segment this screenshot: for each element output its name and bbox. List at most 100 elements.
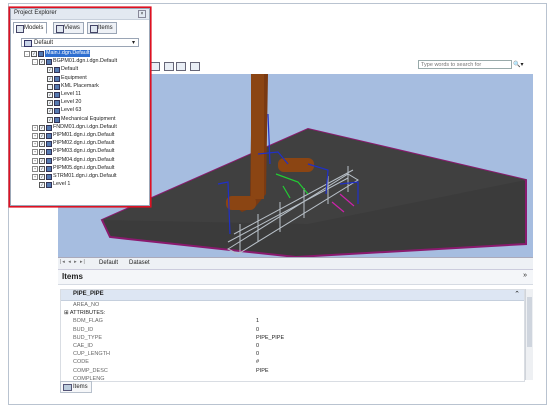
property-value: 0 <box>256 351 260 358</box>
expand-node-icon[interactable]: + <box>32 149 38 156</box>
model-node-icon <box>54 83 60 90</box>
properties-grid: PIPE_PIPE ⌃ AREA_NO ⊞ ATTRIBUTES: BOM_FLAG… <box>60 289 525 382</box>
tab-items[interactable]: Items <box>87 22 117 34</box>
property-row[interactable]: CUP_LENGTH 0 <box>61 350 524 358</box>
tree-node-label: PIPM05.dgn.i.dgn.Default <box>53 164 115 171</box>
visibility-checkbox[interactable]: ✓ <box>39 141 45 148</box>
expand-node-icon[interactable]: + <box>32 141 38 148</box>
vertical-scrollbar[interactable] <box>525 289 533 380</box>
search-dropdown-icon[interactable]: 🔍▾ <box>513 61 527 69</box>
search-input[interactable]: Type words to search for <box>418 60 512 69</box>
view-window-icon[interactable] <box>164 62 174 71</box>
tree-node-label: PIPM02.dgn.i.dgn.Default <box>53 140 115 147</box>
visibility-checkbox[interactable]: ✓ <box>47 116 53 123</box>
property-row[interactable]: BUD_ID 0 <box>61 326 524 334</box>
property-value: 1 <box>256 318 260 325</box>
model-node-icon <box>54 116 60 123</box>
property-value: PIPE_PIPE <box>256 334 285 341</box>
visibility-checkbox[interactable]: ✓ <box>39 165 45 172</box>
property-value: 0 <box>256 342 260 349</box>
project-explorer-panel: Project Explorer × Models Views Items De… <box>10 8 150 206</box>
tab-default[interactable]: Default <box>96 259 121 268</box>
tab-label: Models <box>24 25 44 31</box>
model-node-icon <box>54 100 60 107</box>
visibility-checkbox[interactable]: ✓ <box>47 67 53 74</box>
tree-node-label: Mechanical Equipment <box>61 115 116 122</box>
tree-node-label: STRM01.dgn.i.dgn.Default <box>53 173 117 179</box>
collapse-icon[interactable]: » <box>523 272 527 279</box>
tree-node-label: Level 20 <box>61 99 82 106</box>
property-rows: AREA_NO ⊞ ATTRIBUTES: BOM_FLAG 1 BUD_ID 0 BUD_… <box>61 301 524 381</box>
tab-dataset[interactable]: Dataset <box>126 259 153 268</box>
model-node-icon <box>46 174 52 180</box>
view-rotate-icon[interactable] <box>190 62 200 71</box>
tab-views[interactable]: Views <box>53 22 84 34</box>
model-node-icon <box>46 124 52 131</box>
model-node-icon <box>46 59 52 66</box>
tree-node-label: BGPM01.dgn.i.dgn.Default <box>53 58 118 65</box>
property-key: CODE <box>73 359 89 366</box>
property-value: PIPE <box>256 367 269 374</box>
property-row[interactable]: COMPLENG <box>61 375 524 381</box>
tree-node-label: Default <box>61 66 79 73</box>
visibility-checkbox[interactable]: ✓ <box>47 108 53 115</box>
visibility-checkbox[interactable]: ✓ <box>39 182 45 189</box>
expand-node-icon[interactable]: + <box>32 124 38 131</box>
visibility-checkbox[interactable]: ✓ <box>39 124 45 131</box>
view-zoom-icon[interactable] <box>176 62 186 71</box>
collapse-node-icon[interactable]: - <box>32 59 38 66</box>
model-node-icon <box>46 133 52 139</box>
group-header[interactable]: PIPE_PIPE ⌃ <box>61 290 524 301</box>
expand-node-icon[interactable]: + <box>32 165 38 172</box>
project-explorer-titlebar: Project Explorer × <box>11 9 149 20</box>
items-tab-icon <box>63 384 72 391</box>
bottom-tab-items[interactable]: Items <box>60 381 92 393</box>
tab-nav-arrows[interactable]: |◂ ◂ ▸ ▸| <box>60 259 86 265</box>
model-node-icon <box>46 149 52 156</box>
expand-node-icon[interactable]: + <box>32 157 38 164</box>
vessel-1 <box>278 158 314 172</box>
visibility-checkbox[interactable]: ✓ <box>31 51 37 57</box>
property-row[interactable]: AREA_NO <box>61 301 524 309</box>
visibility-checkbox[interactable]: ✓ <box>39 59 45 66</box>
property-row[interactable]: BUD_TYPE PIPE_PIPE <box>61 334 524 342</box>
chevron-down-icon[interactable]: ▾ <box>132 39 135 48</box>
close-icon[interactable]: × <box>138 10 146 18</box>
chimney-pipe <box>251 74 264 199</box>
tree-node-label: Level 1 <box>53 181 71 188</box>
visibility-checkbox[interactable]: ✓ <box>39 174 45 180</box>
property-key: CUP_LENGTH <box>73 351 110 358</box>
collapse-node-icon[interactable]: - <box>24 51 30 57</box>
model-dropdown[interactable]: Default ▾ <box>21 38 139 47</box>
visibility-checkbox[interactable] <box>47 83 53 90</box>
expand-node-icon[interactable]: + <box>32 133 38 139</box>
scrollbar-thumb[interactable] <box>527 297 532 347</box>
items-panel: Items » PIPE_PIPE ⌃ AREA_NO ⊞ ATTRIBUTES:… <box>58 269 533 382</box>
property-row[interactable]: COMP_DESC PIPE <box>61 367 524 375</box>
visibility-checkbox[interactable]: ✓ <box>47 100 53 107</box>
visibility-checkbox[interactable]: ✓ <box>39 133 45 139</box>
explorer-tabs: Models Views Items <box>13 22 147 34</box>
tab-models[interactable]: Models <box>13 22 48 34</box>
project-explorer-title: Project Explorer <box>14 10 57 16</box>
model-node-icon <box>54 92 60 98</box>
items-panel-title: Items <box>62 272 83 281</box>
property-key: ⊞ ATTRIBUTES: <box>64 310 106 317</box>
property-key: BUD_TYPE <box>73 334 103 341</box>
property-row[interactable]: CAE_ID 0 <box>61 342 524 350</box>
tree-node-label: Equipment <box>61 74 87 81</box>
visibility-checkbox[interactable]: ✓ <box>47 92 53 98</box>
visibility-checkbox[interactable]: ✓ <box>39 157 45 164</box>
property-row[interactable]: ⊞ ATTRIBUTES: <box>61 309 524 317</box>
property-value: 0 <box>256 326 260 333</box>
expand-node-icon[interactable]: + <box>32 174 38 180</box>
visibility-checkbox[interactable]: ✓ <box>47 75 53 82</box>
chevron-up-icon[interactable]: ⌃ <box>514 290 520 298</box>
model-node-icon <box>54 75 60 82</box>
property-row[interactable]: CODE # <box>61 358 524 366</box>
property-row[interactable]: BOM_FLAG 1 <box>61 317 524 325</box>
bottom-tab-label: Items <box>73 384 88 390</box>
model-node-icon <box>46 182 52 189</box>
visibility-checkbox[interactable]: ✓ <box>39 149 45 156</box>
view-fit-icon[interactable] <box>150 62 160 71</box>
